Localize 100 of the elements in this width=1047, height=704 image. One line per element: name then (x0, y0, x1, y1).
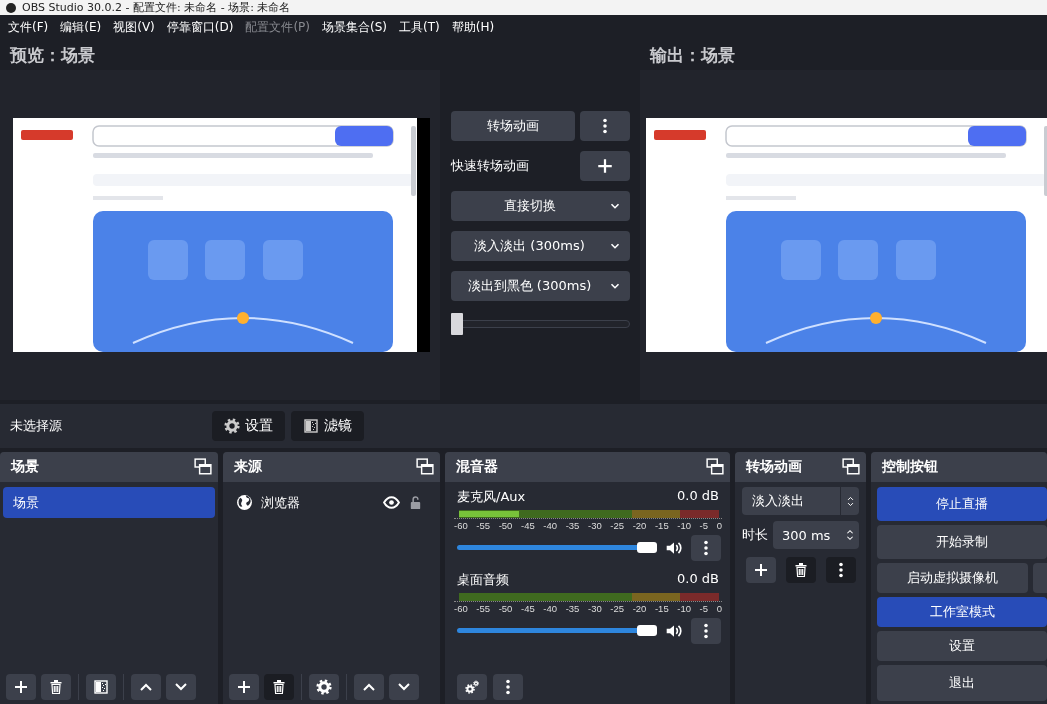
slider-thumb[interactable] (637, 542, 657, 553)
scale-label: -10 (677, 603, 691, 614)
move-up-button[interactable] (354, 674, 384, 700)
scale-label: -35 (565, 520, 580, 531)
duration-field[interactable]: 300 ms (773, 521, 859, 549)
scale-label: -15 (654, 603, 669, 614)
scale-label: -15 (654, 520, 669, 531)
remove-button[interactable] (785, 557, 816, 583)
quick-transition-dropdown[interactable]: 直接切换 (451, 191, 630, 221)
add-button[interactable] (745, 557, 776, 583)
preview-title: 预览：场景 (8, 43, 96, 67)
more-button[interactable] (493, 674, 523, 700)
channel-name: 麦克风/Aux (457, 488, 526, 506)
scale-label: -55 (476, 603, 491, 614)
control-button[interactable]: 开始录制 (877, 525, 1047, 559)
more-button[interactable] (691, 535, 721, 561)
scale-label: -50 (498, 603, 513, 614)
preview-title: 输出：场景 (648, 43, 736, 67)
more-icon (603, 118, 607, 134)
source-item[interactable]: 浏览器 (226, 487, 437, 518)
more-icon (838, 562, 843, 578)
plus-icon (752, 562, 769, 578)
slider-thumb[interactable] (637, 625, 657, 636)
control-button[interactable]: 工作室模式 (877, 597, 1047, 627)
more-icon (506, 679, 510, 695)
scale-label: -35 (565, 603, 580, 614)
eye-icon[interactable] (383, 494, 400, 511)
scale-label: -40 (543, 603, 558, 614)
filters-button[interactable]: 滤镜 (291, 411, 364, 441)
slider-thumb[interactable] (451, 313, 463, 335)
scale-label: -10 (677, 520, 691, 531)
control-button[interactable]: 启动虚拟摄像机 (877, 563, 1028, 593)
globe-icon (236, 494, 253, 511)
scene-item[interactable]: 场景 (3, 487, 215, 518)
trash-icon (271, 679, 287, 695)
window-title: OBS Studio 30.0.2 - 配置文件: 未命名 - 场景: 未命名 (22, 0, 291, 15)
dock-title: 转场动画 (746, 458, 802, 476)
unlocked-icon[interactable] (408, 495, 423, 510)
quick-transition-dropdown[interactable]: 淡入淡出 (300ms) (451, 231, 630, 261)
scale-label: -60 (454, 603, 468, 614)
app-logo-icon (6, 2, 16, 13)
control-button[interactable]: 退出 (877, 665, 1047, 701)
quick-transitions-label: 快速转场动画 (451, 157, 530, 175)
move-down-button[interactable] (166, 674, 196, 700)
dock-title: 来源 (234, 458, 262, 476)
remove-button[interactable] (264, 674, 294, 700)
menu-item[interactable]: 场景集合(S) (318, 19, 395, 36)
scale-label: -55 (476, 520, 491, 531)
t-bar-slider[interactable] (451, 313, 630, 335)
add-button[interactable] (6, 674, 36, 700)
move-down-button[interactable] (389, 674, 419, 700)
advanced-audio-button[interactable] (457, 674, 487, 700)
menu-item[interactable]: 工具(T) (395, 19, 448, 36)
settings-button[interactable]: 设置 (212, 411, 285, 441)
undock-icon (706, 458, 724, 476)
dock-title: 场景 (11, 458, 39, 476)
dock-title: 混音器 (456, 458, 498, 476)
menu-item[interactable]: 视图(V) (109, 19, 163, 36)
control-button[interactable]: 设置 (877, 631, 1047, 661)
scale-label: -60 (454, 520, 468, 531)
scale-label: -30 (587, 520, 602, 531)
more-icon (704, 540, 708, 556)
control-button[interactable]: 停止直播 (877, 487, 1047, 521)
more-button[interactable] (691, 618, 721, 644)
scale-label: -25 (610, 520, 625, 531)
move-up-button[interactable] (131, 674, 161, 700)
plus-icon (13, 679, 29, 695)
scale-label: -25 (610, 603, 625, 614)
menu-item[interactable]: 帮助(H) (447, 19, 503, 36)
scale-label: -20 (632, 520, 647, 531)
transition-select[interactable]: 淡入淡出 (742, 487, 859, 515)
duration-label: 时长 (742, 526, 768, 544)
more-button[interactable] (825, 557, 856, 583)
menu-item[interactable]: 文件(F) (4, 19, 57, 36)
plus-icon (596, 157, 614, 175)
scale-label: -45 (521, 603, 535, 614)
settings-button[interactable] (309, 674, 339, 700)
filter-icon (93, 679, 109, 695)
menu-item[interactable]: 停靠窗口(D) (162, 19, 242, 36)
remove-button[interactable] (41, 674, 71, 700)
undock-icon (194, 458, 212, 476)
quick-transition-dropdown[interactable]: 淡出到黑色 (300ms) (451, 271, 630, 301)
scale-label: 0 (716, 603, 722, 614)
add-button[interactable] (229, 674, 259, 700)
dock-title: 控制按钮 (882, 458, 938, 476)
add-button[interactable] (580, 151, 630, 181)
undock-icon (416, 458, 434, 476)
scale-label: -50 (498, 520, 513, 531)
settings-icon (316, 679, 332, 695)
menu-item[interactable]: 编辑(E) (56, 19, 110, 36)
scale-label: -45 (521, 520, 535, 531)
plus-icon (236, 679, 252, 695)
volume-slider[interactable] (457, 625, 657, 637)
filter-icon (303, 418, 319, 434)
volume-reading: 0.0 dB (677, 488, 719, 505)
scale-label: -40 (543, 520, 558, 531)
channel-name: 桌面音频 (457, 571, 509, 589)
transition-button[interactable]: 转场动画 (451, 111, 575, 141)
volume-slider[interactable] (457, 542, 657, 554)
filters-button[interactable] (86, 674, 116, 700)
